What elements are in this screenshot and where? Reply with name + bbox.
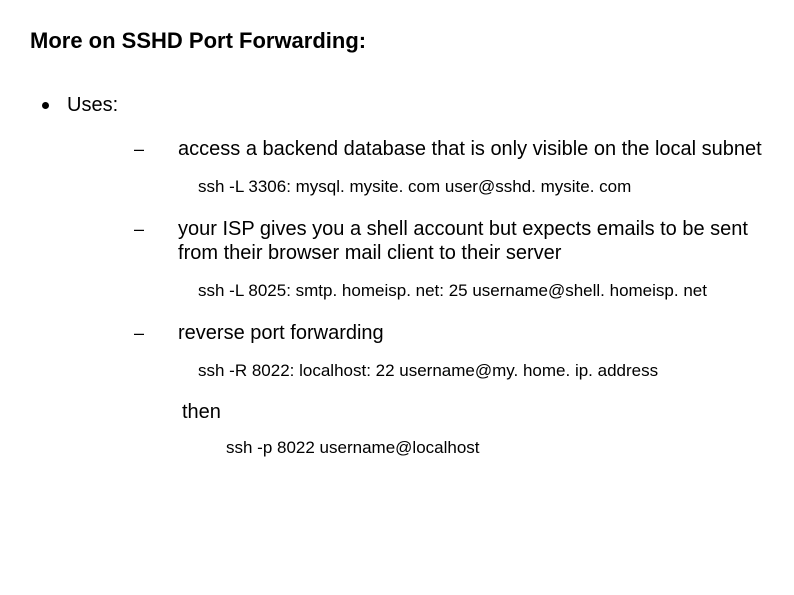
slide-title: More on SSHD Port Forwarding: (30, 28, 764, 54)
dash-icon: – (134, 321, 144, 345)
then-label: then (30, 401, 764, 424)
code-line: ssh -L 8025: smtp. homeisp. net: 25 user… (30, 281, 764, 301)
code-line: ssh -L 3306: mysql. mysite. com user@ssh… (30, 177, 764, 197)
item-text: reverse port forwarding (178, 321, 384, 345)
list-item: Uses: (30, 94, 764, 117)
item-text: access a backend database that is only v… (178, 137, 762, 161)
uses-label: Uses: (67, 94, 118, 117)
list-item: – your ISP gives you a shell account but… (30, 217, 764, 265)
list-item: – reverse port forwarding (30, 321, 764, 345)
bullet-icon (42, 102, 49, 109)
code-line: ssh -p 8022 username@localhost (30, 438, 764, 458)
code-line: ssh -R 8022: localhost: 22 username@my. … (30, 361, 764, 381)
slide: More on SSHD Port Forwarding: Uses: – ac… (0, 0, 794, 595)
dash-icon: – (134, 217, 144, 241)
dash-icon: – (134, 137, 144, 161)
item-text: your ISP gives you a shell account but e… (178, 217, 764, 265)
list-item: – access a backend database that is only… (30, 137, 764, 161)
